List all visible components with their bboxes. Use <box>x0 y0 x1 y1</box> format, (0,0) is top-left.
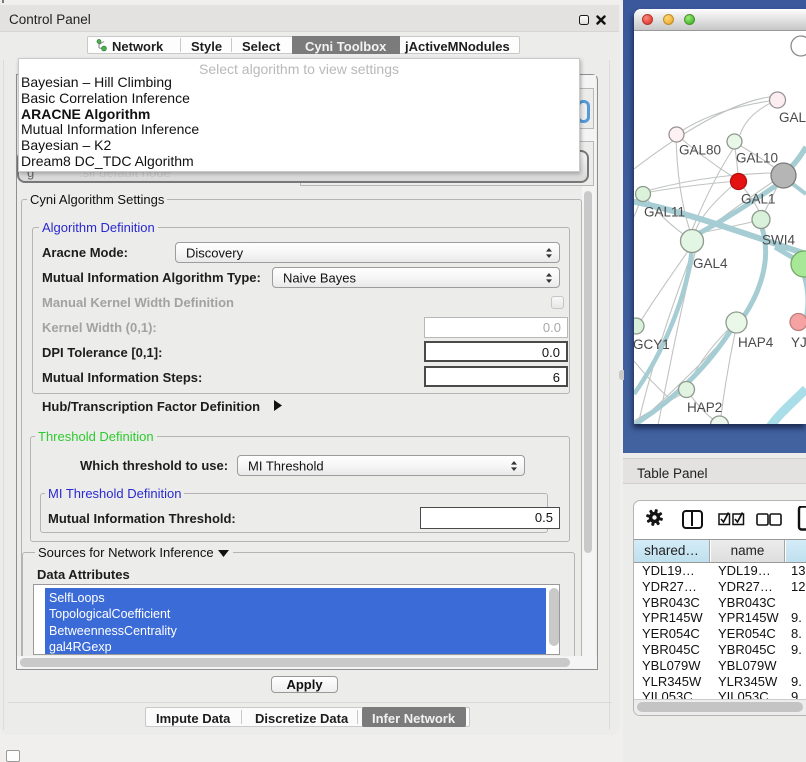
svg-text:GAL7: GAL7 <box>779 110 806 125</box>
svg-text:GAL1: GAL1 <box>741 192 776 207</box>
svg-text:GAL11: GAL11 <box>644 205 685 220</box>
svg-text:GAL4: GAL4 <box>693 256 728 271</box>
svg-text:HAP4: HAP4 <box>738 335 774 350</box>
svg-text:YJR: YJR <box>791 335 806 350</box>
svg-text:HAP2: HAP2 <box>687 400 722 415</box>
svg-text:GAL10: GAL10 <box>736 151 778 166</box>
svg-text:SWI4: SWI4 <box>762 233 795 248</box>
svg-text:GCY1: GCY1 <box>634 337 670 352</box>
svg-text:GAL80: GAL80 <box>679 143 721 158</box>
